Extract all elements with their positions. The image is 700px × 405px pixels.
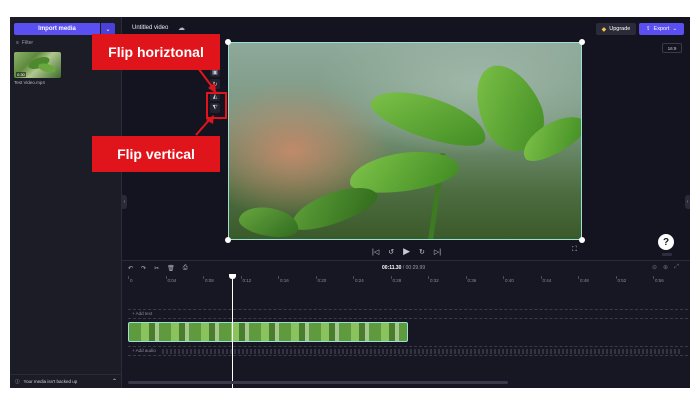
resize-handle[interactable]: [225, 237, 231, 243]
flip-vertical-callout: Flip vertical: [92, 136, 220, 172]
skip-back-icon[interactable]: |◁: [372, 248, 379, 256]
ruler-tick-label: 0:16: [280, 278, 289, 283]
audio-track[interactable]: + Add audio: [128, 346, 688, 356]
fullscreen-icon[interactable]: ⛶: [572, 246, 577, 254]
info-icon: ⓘ: [15, 378, 20, 384]
media-filename: Test Video.mp4: [14, 80, 45, 85]
collapse-left-panel-handle[interactable]: ‹: [122, 195, 127, 209]
ruler-tick: [503, 276, 504, 279]
export-label: Export: [653, 26, 670, 32]
chevron-down-icon: ⌄: [672, 26, 678, 32]
delete-icon[interactable]: 🗑: [167, 265, 175, 272]
help-button[interactable]: ?: [658, 234, 674, 250]
resize-handle[interactable]: [225, 39, 231, 45]
upgrade-button[interactable]: ◆ Upgrade: [596, 23, 636, 35]
import-media-button[interactable]: Import media: [14, 23, 100, 35]
add-text-label: + Add text: [132, 311, 153, 316]
zoom-out-icon[interactable]: ⊖: [652, 264, 657, 271]
ruler-tick: [653, 276, 654, 279]
ruler-tick: [128, 276, 129, 279]
playhead[interactable]: [232, 276, 233, 388]
chevron-up-icon[interactable]: ⌃: [112, 378, 117, 385]
rewind-5s-icon[interactable]: ↺: [388, 248, 394, 256]
ruler-tick-label: 0:44: [542, 278, 552, 283]
skip-forward-icon[interactable]: ▷|: [434, 248, 441, 256]
zoom-in-icon[interactable]: ⊕: [663, 264, 668, 271]
undo-icon[interactable]: ↶: [128, 265, 133, 272]
flip-horizontal-callout: Flip horiztonal: [92, 34, 220, 70]
collapse-right-panel-handle[interactable]: ›: [685, 195, 690, 209]
current-time: 00:11.30: [382, 265, 402, 271]
add-audio-label: + Add audio: [132, 348, 156, 353]
help-bar: [662, 253, 672, 256]
ruler-tick: [203, 276, 204, 279]
media-thumbnail[interactable]: 0:30: [14, 52, 61, 78]
ruler-tick: [315, 276, 317, 279]
ruler-tick: [165, 276, 167, 279]
ruler-tick: [353, 276, 354, 279]
filter-label: Filter: [21, 40, 34, 46]
ruler-tick: [615, 276, 617, 279]
fit-timeline-icon[interactable]: ⤢: [674, 264, 679, 271]
play-icon[interactable]: ▶: [403, 246, 410, 257]
gem-icon: ◆: [601, 26, 607, 33]
ruler-tick: [390, 276, 392, 279]
redo-icon[interactable]: ↷: [141, 265, 146, 272]
filter-icon: ≡: [16, 40, 19, 46]
ruler-tick: [278, 276, 279, 279]
media-panel: Import media ⌄ ≡ Filter ⇅ 0:30 Test Vide…: [10, 17, 122, 388]
playback-controls: |◁ ↺ ▶ ↻ ▷|: [372, 246, 441, 257]
ruler-tick-label: 0:52: [617, 278, 627, 283]
clipchamp-editor: Import media ⌄ ≡ Filter ⇅ 0:30 Test Vide…: [10, 17, 690, 388]
aspect-ratio-button[interactable]: 16:9: [662, 43, 682, 53]
ruler-tick-label: 0:08: [205, 278, 214, 283]
ruler-tick-label: 0:40: [505, 278, 514, 283]
ruler-tick-label: 0:28: [392, 278, 402, 283]
ruler-tick: [428, 276, 429, 279]
timeline-scrollbar[interactable]: [128, 381, 508, 384]
ruler-tick-label: 0:04: [167, 278, 177, 283]
ruler-tick-label: 0:48: [580, 278, 589, 283]
split-icon[interactable]: ✂: [154, 265, 159, 272]
timeline-ruler[interactable]: 0 0:04 0:08 0:12 0:16 0:20 0:24 0:28 0:32 0:36 0:4…: [128, 276, 688, 286]
timeline-toolbar: ↶ ↷ ✂ 🗑 ⎙: [128, 265, 188, 272]
ruler-tick-label: 0:36: [467, 278, 477, 283]
ruler-tick-label: 0: [130, 278, 133, 283]
ruler-tick-label: 0:20: [317, 278, 327, 283]
export-button[interactable]: ⇪ Export ⌄: [639, 23, 684, 35]
video-clip[interactable]: [128, 322, 408, 342]
cloud-sync-icon: ☁: [178, 25, 185, 32]
export-icon: ⇪: [645, 26, 651, 32]
resize-handle[interactable]: [579, 39, 585, 45]
ruler-tick-label: 0:32: [430, 278, 439, 283]
zoom-controls: ⊖ ⊕ ⤢: [652, 264, 679, 271]
media-duration: 0:30: [16, 72, 26, 77]
ruler-tick-label: 0:12: [242, 278, 252, 283]
ruler-tick: [240, 276, 242, 279]
ruler-tick: [540, 276, 542, 279]
total-time: / 00:29.99: [402, 265, 426, 271]
text-track[interactable]: + Add text: [128, 309, 688, 319]
resize-handle[interactable]: [579, 237, 585, 243]
backup-status[interactable]: ⓘ Your media isn't backed up ⌃: [10, 374, 122, 388]
project-title[interactable]: Untitled video: [132, 25, 168, 31]
timecode: 00:11.30 / 00:29.99: [382, 265, 425, 271]
save-frame-icon[interactable]: ⎙: [183, 265, 188, 272]
filter-button[interactable]: ≡ Filter: [16, 40, 33, 46]
video-preview[interactable]: [228, 42, 582, 240]
upgrade-label: Upgrade: [609, 26, 631, 32]
ruler-tick-label: 0:24: [355, 278, 364, 283]
backup-text: Your media isn't backed up: [23, 379, 78, 384]
forward-5s-icon[interactable]: ↻: [419, 248, 425, 256]
ruler-tick-label: 0:56: [655, 278, 664, 283]
ruler-tick: [578, 276, 579, 279]
ruler-tick: [465, 276, 467, 279]
callout-arrow-top: [197, 67, 216, 93]
callout-arrow-bottom: [195, 115, 214, 136]
chevron-down-icon: ⌄: [105, 26, 111, 33]
